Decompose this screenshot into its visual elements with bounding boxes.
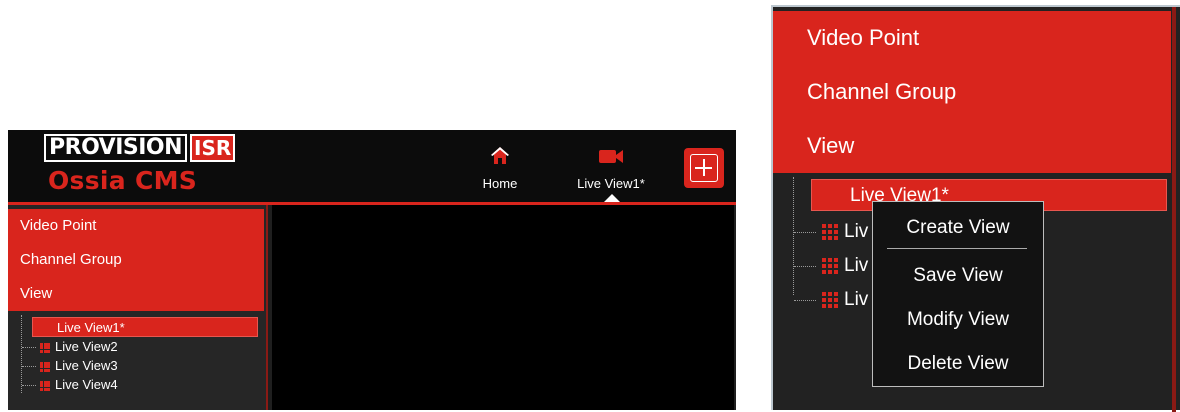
- brand-name: PROVISION: [44, 134, 188, 162]
- tree-item-label: Liv: [844, 289, 869, 310]
- context-menu: Create View Save View Modify View Delete…: [872, 201, 1044, 387]
- delete-view-menu-item[interactable]: Delete View: [873, 350, 1043, 378]
- tree-item-label: Live View4: [55, 377, 118, 392]
- video-display-area[interactable]: [272, 205, 734, 410]
- tree-item-live-view2[interactable]: Liv: [794, 215, 868, 249]
- nav-home-label: Home: [482, 176, 518, 191]
- view-grid-icon: [40, 361, 50, 372]
- nav-live-view[interactable]: Live View1*: [568, 130, 654, 202]
- create-view-menu-item[interactable]: Create View: [873, 214, 1043, 242]
- home-icon: [476, 146, 524, 166]
- tree-item-live-view3[interactable]: Liv: [794, 249, 868, 283]
- menu-separator: [887, 248, 1027, 249]
- top-bar: PROVISION ISR Ossia CMS Home Live View1*: [8, 130, 736, 202]
- logo: PROVISION ISR Ossia CMS: [44, 134, 236, 198]
- menu-item-channel-group[interactable]: Channel Group: [8, 243, 264, 277]
- tree-item-live-view3[interactable]: Live View3: [22, 356, 118, 376]
- menu-item-view[interactable]: View: [773, 119, 1171, 173]
- nav-home[interactable]: Home: [476, 130, 524, 202]
- sidebar-edge: [1172, 7, 1176, 412]
- nav-live-view-label: Live View1*: [577, 176, 645, 191]
- add-tab-button[interactable]: [684, 148, 724, 188]
- tree-item-live-view1[interactable]: Live View1*: [32, 317, 258, 337]
- plus-icon: [690, 154, 718, 182]
- active-tab-marker: [604, 194, 620, 202]
- view-grid-icon: [40, 342, 50, 353]
- menu-item-channel-group[interactable]: Channel Group: [773, 65, 1171, 119]
- zoomed-sidebar: Video Point Channel Group View Live View…: [771, 5, 1180, 412]
- tree-item-label: Live View1*: [57, 320, 125, 335]
- tree-item-label: Live View3: [55, 358, 118, 373]
- view-grid-icon: [822, 291, 838, 308]
- brand-isr: ISR: [190, 134, 236, 162]
- sidebar: Video Point Channel Group View Live View…: [8, 205, 268, 410]
- tree-item-live-view4[interactable]: Liv: [794, 283, 868, 317]
- zoom-sidebar-menu: Video Point Channel Group View: [773, 11, 1171, 173]
- tree-item-label: Live View2: [55, 339, 118, 354]
- video-camera-icon: [568, 146, 654, 166]
- menu-item-video-point[interactable]: Video Point: [773, 11, 1171, 65]
- modify-view-menu-item[interactable]: Modify View: [873, 306, 1043, 334]
- save-view-menu-item[interactable]: Save View: [873, 262, 1043, 290]
- view-grid-icon: [822, 257, 838, 274]
- menu-item-view[interactable]: View: [8, 277, 264, 311]
- tree-item-live-view4[interactable]: Live View4: [22, 375, 118, 395]
- menu-item-video-point[interactable]: Video Point: [8, 209, 264, 243]
- view-grid-icon: [40, 380, 50, 391]
- cms-window: PROVISION ISR Ossia CMS Home Live View1*…: [8, 130, 736, 410]
- tree-item-label: Liv: [844, 255, 869, 276]
- tree-item-label: Liv: [844, 221, 869, 242]
- product-name: Ossia CMS: [48, 166, 198, 195]
- tree-item-live-view2[interactable]: Live View2: [22, 337, 118, 357]
- sidebar-menu: Video Point Channel Group View: [8, 209, 264, 311]
- view-grid-icon: [822, 223, 838, 240]
